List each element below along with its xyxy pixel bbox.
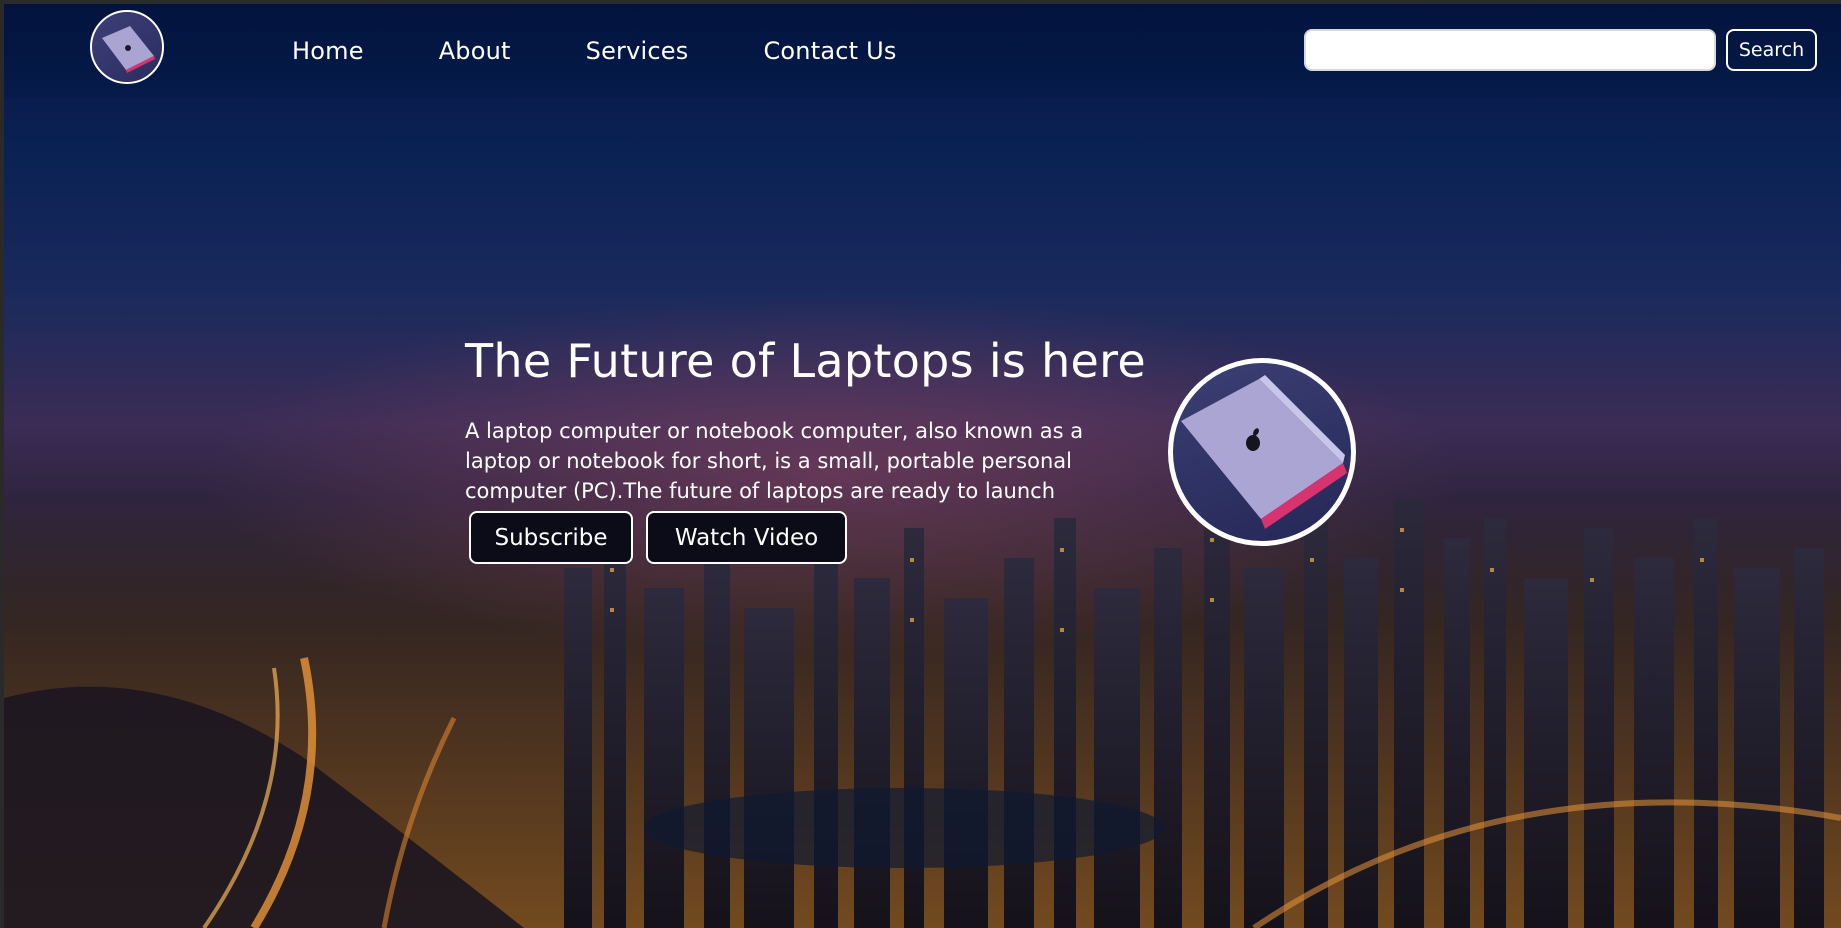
page: Home About Services Contact Us Search Th… xyxy=(4,4,1841,928)
main-nav: Home About Services Contact Us xyxy=(292,4,972,98)
laptop-illustration xyxy=(1181,375,1347,529)
nav-home[interactable]: Home xyxy=(292,37,364,65)
search-input[interactable] xyxy=(1304,29,1716,71)
laptop-logo-icon[interactable] xyxy=(90,10,164,84)
laptop-image xyxy=(1168,358,1356,546)
laptop-icon xyxy=(102,26,155,73)
nav-about[interactable]: About xyxy=(439,37,511,65)
hero-title: The Future of Laptops is here xyxy=(465,334,1146,388)
city-skyline-image xyxy=(4,498,1841,928)
subscribe-button[interactable]: Subscribe xyxy=(469,511,633,564)
watch-video-button[interactable]: Watch Video xyxy=(646,511,847,564)
nav-services[interactable]: Services xyxy=(586,37,689,65)
navbar: Home About Services Contact Us Search xyxy=(4,4,1841,98)
nav-contact-us[interactable]: Contact Us xyxy=(763,37,896,65)
search-button[interactable]: Search xyxy=(1726,29,1817,71)
hero-description: A laptop computer or notebook computer, … xyxy=(465,419,1084,503)
